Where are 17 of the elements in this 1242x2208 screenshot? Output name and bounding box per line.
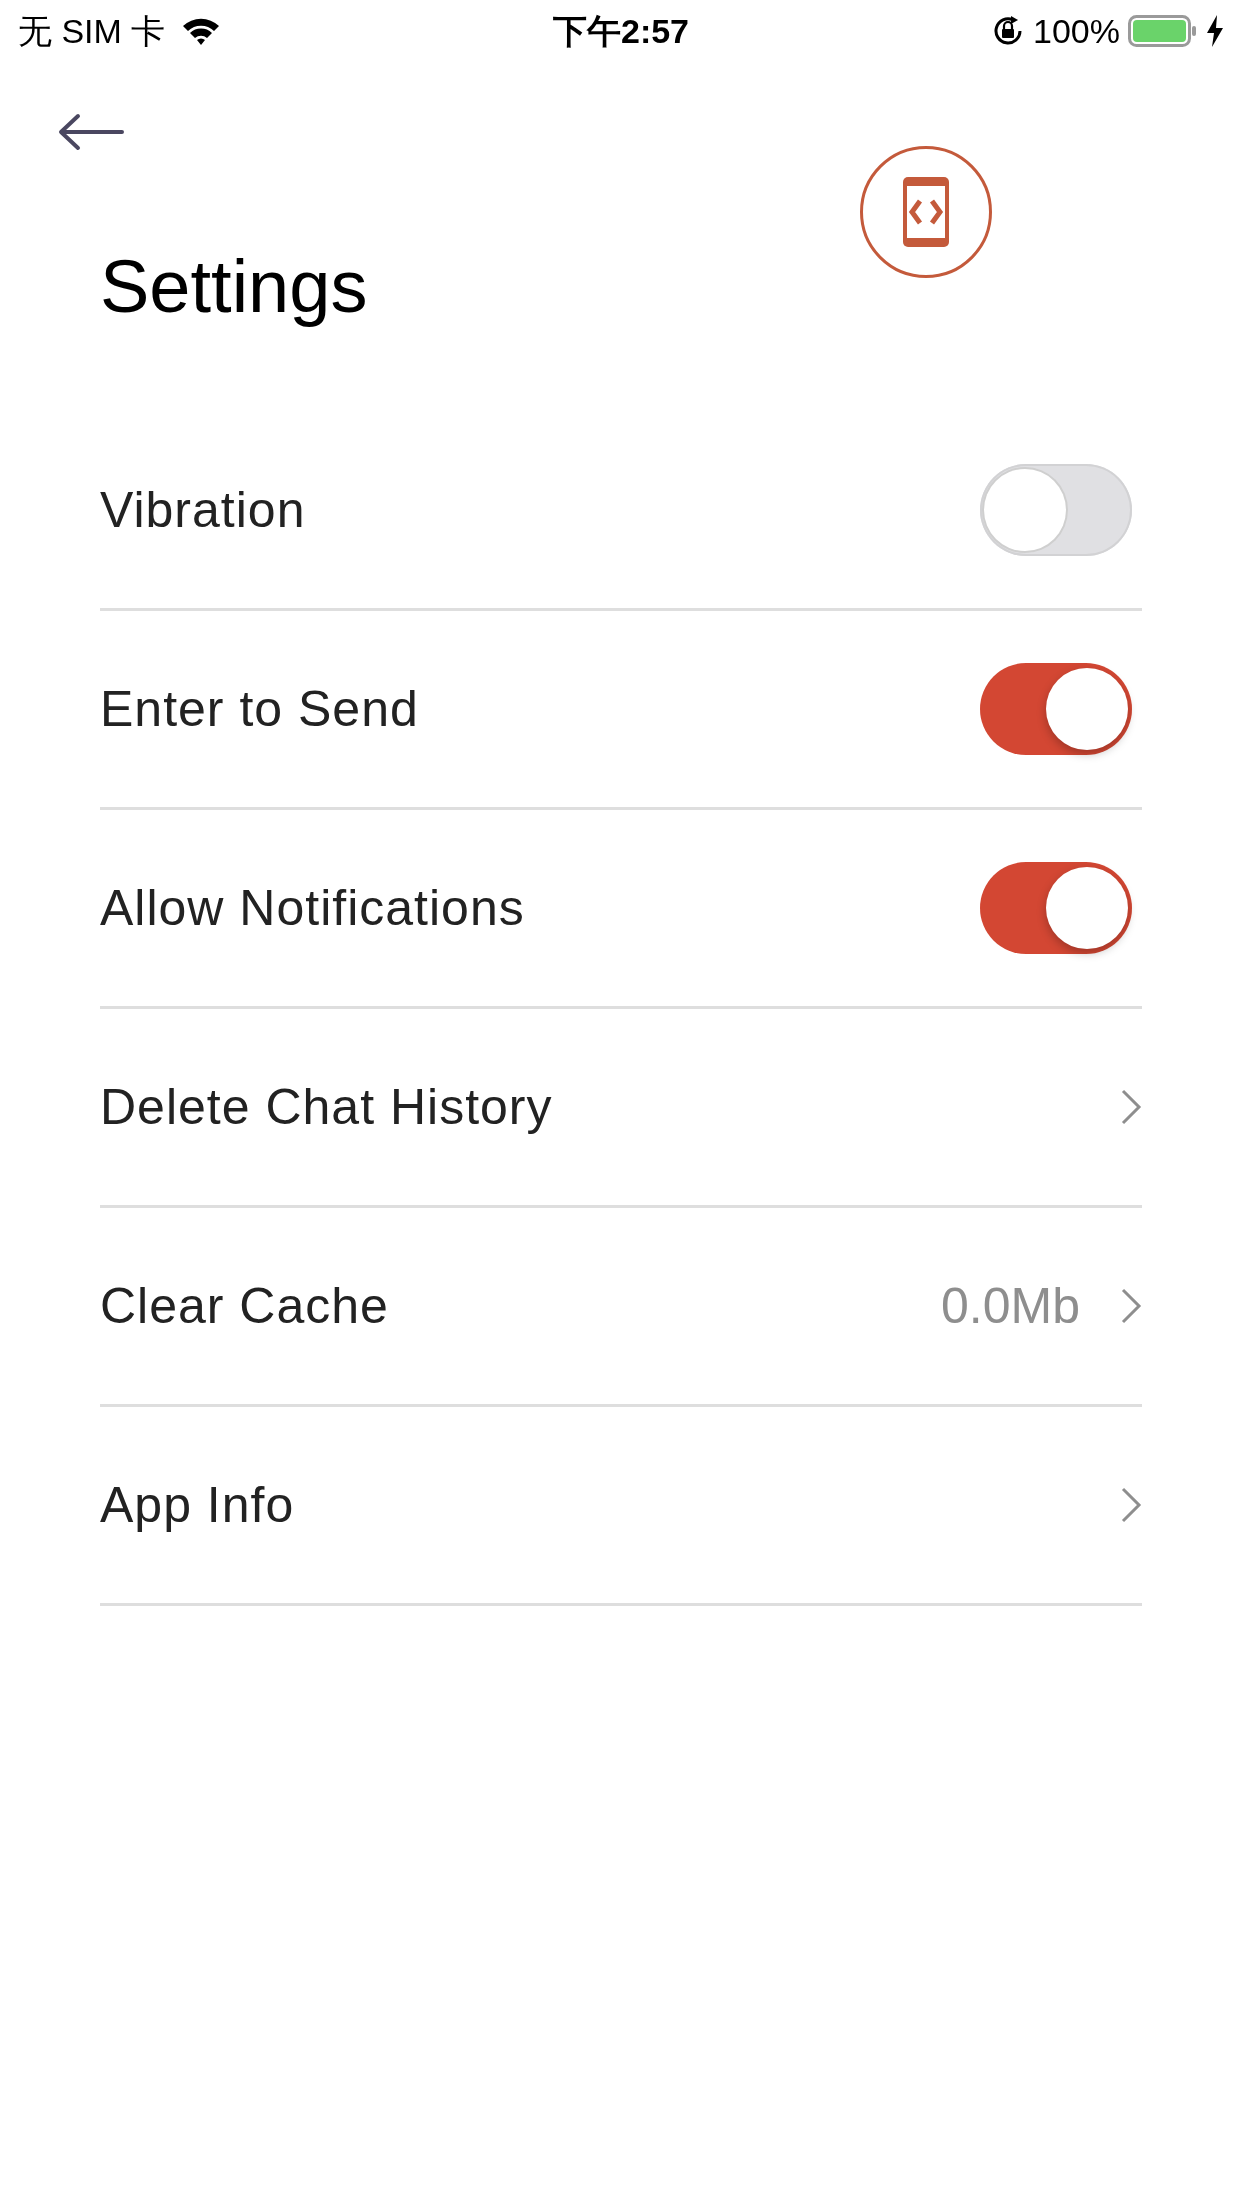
setting-label: Clear Cache xyxy=(100,1276,389,1336)
carrier-text: 无 SIM 卡 xyxy=(18,10,166,52)
clock-text: 下午2:57 xyxy=(552,11,690,50)
wifi-icon xyxy=(181,16,222,46)
setting-label: Enter to Send xyxy=(100,679,419,739)
code-icon xyxy=(903,177,949,247)
setting-label: App Info xyxy=(100,1475,295,1535)
setting-label: Delete Chat History xyxy=(100,1077,553,1137)
battery-percent: 100% xyxy=(1033,10,1120,52)
battery-icon xyxy=(1128,15,1198,47)
setting-label: Vibration xyxy=(100,480,306,540)
setting-label: Allow Notifications xyxy=(100,878,525,938)
chevron-icon[interactable] xyxy=(1120,1486,1142,1524)
chevron-icon[interactable] xyxy=(1120,1088,1142,1126)
charging-icon xyxy=(1206,15,1224,47)
chevron-icon[interactable] xyxy=(1120,1287,1142,1325)
cache-size: 0.0Mb xyxy=(941,1276,1080,1336)
